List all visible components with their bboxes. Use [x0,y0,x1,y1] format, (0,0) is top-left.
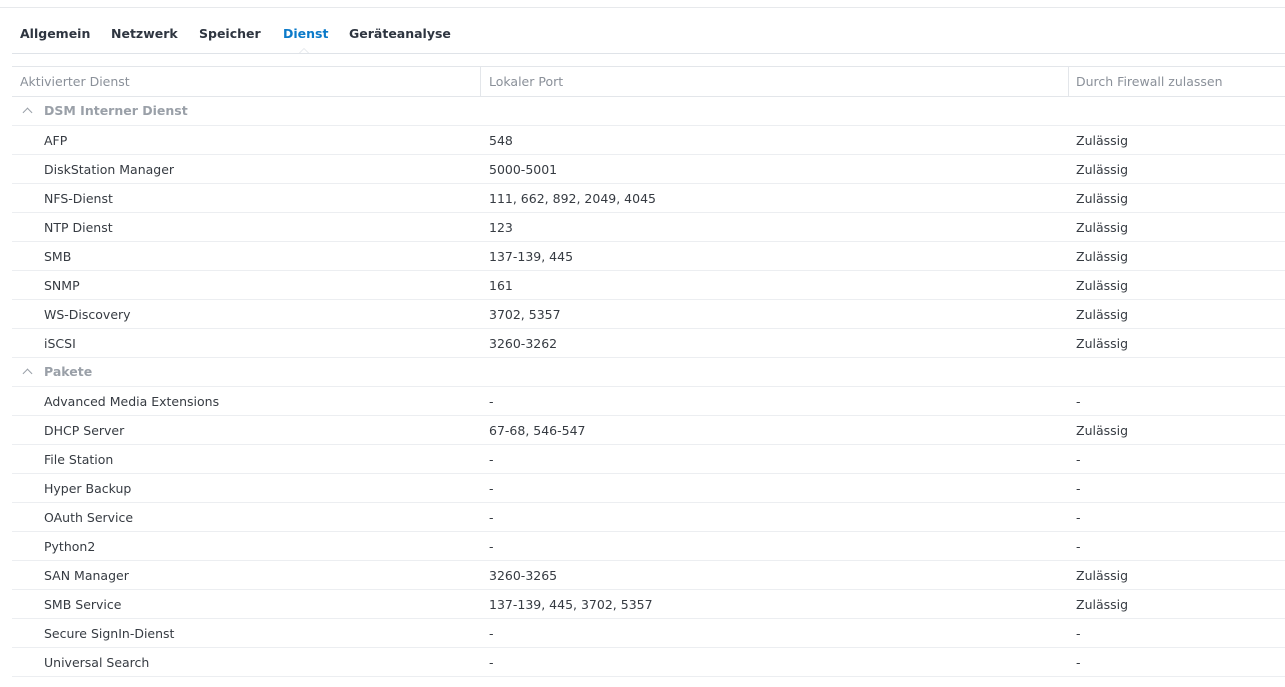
table-header: Aktivierter Dienst Lokaler Port Durch Fi… [12,66,1285,97]
column-divider[interactable] [480,67,481,96]
firewall-status: Zulässig [1076,191,1129,206]
firewall-status: Zulässig [1076,278,1129,293]
table-row[interactable]: DiskStation Manager 5000-5001 Zulässig [12,155,1285,184]
column-header-firewall[interactable]: Durch Firewall zulassen [1076,74,1223,89]
service-name: Secure SignIn-Dienst [44,626,175,641]
chevron-up-icon[interactable] [22,107,33,118]
tab-speicher[interactable]: Speicher [199,26,261,41]
group-label: DSM Interner Dienst [44,103,188,118]
chevron-up-icon[interactable] [22,368,33,379]
firewall-status: Zulässig [1076,423,1129,438]
firewall-status: Zulässig [1076,597,1129,612]
service-name: Universal Search [44,655,150,670]
local-port: - [489,481,494,496]
local-port: 3260-3262 [489,336,558,351]
table-row[interactable]: Hyper Backup - - [12,474,1285,503]
service-name: SMB [44,249,72,264]
local-port: 3702, 5357 [489,307,561,322]
firewall-status: Zulässig [1076,336,1129,351]
table-row[interactable]: DHCP Server 67-68, 546-547 Zulässig [12,416,1285,445]
tab-dienst[interactable]: Dienst [283,26,328,41]
table-row[interactable]: Python2 - - [12,532,1285,561]
local-port: 111, 662, 892, 2049, 4045 [489,191,656,206]
service-name: AFP [44,133,68,148]
local-port: - [489,626,494,641]
firewall-status: Zulässig [1076,133,1129,148]
column-header-port[interactable]: Lokaler Port [489,74,563,89]
firewall-status: Zulässig [1076,220,1129,235]
local-port: 123 [489,220,513,235]
local-port: 137-139, 445 [489,249,574,264]
tab-geraeteanalyse[interactable]: Geräteanalyse [349,26,451,41]
service-name: Hyper Backup [44,481,132,496]
local-port: 5000-5001 [489,162,558,177]
table-row[interactable]: iSCSI 3260-3262 Zulässig [12,329,1285,358]
table-row[interactable]: SNMP 161 Zulässig [12,271,1285,300]
table-row[interactable]: WS-Discovery 3702, 5357 Zulässig [12,300,1285,329]
service-name: SAN Manager [44,568,129,583]
table-row[interactable]: NFS-Dienst 111, 662, 892, 2049, 4045 Zuläs… [12,184,1285,213]
firewall-status: - [1076,655,1081,670]
service-name: DHCP Server [44,423,125,438]
firewall-status: - [1076,452,1081,467]
group-header[interactable]: Pakete [12,358,1285,387]
local-port: - [489,539,494,554]
table-row[interactable]: SMB 137-139, 445 Zulässig [12,242,1285,271]
local-port: 161 [489,278,513,293]
table-row[interactable]: Secure SignIn-Dienst - - [12,619,1285,648]
service-table: Aktivierter Dienst Lokaler Port Durch Fi… [12,66,1285,677]
firewall-status: Zulässig [1076,568,1129,583]
tab-bar: Allgemein Netzwerk Speicher Dienst Gerät… [0,18,1285,54]
table-row[interactable]: File Station - - [12,445,1285,474]
tab-allgemein[interactable]: Allgemein [20,26,90,41]
column-header-service[interactable]: Aktivierter Dienst [20,74,130,89]
firewall-status: - [1076,481,1081,496]
table-row[interactable]: Advanced Media Extensions - - [12,387,1285,416]
local-port: - [489,655,494,670]
top-divider [0,7,1285,8]
local-port: - [489,452,494,467]
group-header[interactable]: DSM Interner Dienst [12,97,1285,126]
service-name: SNMP [44,278,80,293]
table-body: DSM Interner Dienst AFP 548 Zulässig DiskSta… [12,97,1285,677]
firewall-status: - [1076,539,1081,554]
service-name: DiskStation Manager [44,162,175,177]
firewall-status: - [1076,626,1081,641]
service-name: WS-Discovery [44,307,131,322]
service-name: OAuth Service [44,510,134,525]
firewall-status: Zulässig [1076,162,1129,177]
service-name: Python2 [44,539,96,554]
firewall-status: - [1076,510,1081,525]
service-name: NTP Dienst [44,220,113,235]
service-name: iSCSI [44,336,76,351]
table-row[interactable]: SMB Service 137-139, 445, 3702, 5357 Zuläs… [12,590,1285,619]
local-port: - [489,510,494,525]
firewall-status: Zulässig [1076,307,1129,322]
local-port: 3260-3265 [489,568,558,583]
table-row[interactable]: Universal Search - - [12,648,1285,677]
local-port: - [489,394,494,409]
service-name: File Station [44,452,114,467]
table-row[interactable]: SAN Manager 3260-3265 Zulässig [12,561,1285,590]
firewall-status: Zulässig [1076,249,1129,264]
table-row[interactable]: NTP Dienst 123 Zulässig [12,213,1285,242]
local-port: 548 [489,133,513,148]
firewall-status: - [1076,394,1081,409]
service-name: NFS-Dienst [44,191,113,206]
column-divider[interactable] [1068,67,1069,96]
group-label: Pakete [44,364,93,379]
table-row[interactable]: AFP 548 Zulässig [12,126,1285,155]
local-port: 67-68, 546-547 [489,423,586,438]
service-name: Advanced Media Extensions [44,394,220,409]
table-row[interactable]: OAuth Service - - [12,503,1285,532]
local-port: 137-139, 445, 3702, 5357 [489,597,653,612]
service-name: SMB Service [44,597,122,612]
tab-netzwerk[interactable]: Netzwerk [111,26,178,41]
tab-divider [12,53,1285,54]
